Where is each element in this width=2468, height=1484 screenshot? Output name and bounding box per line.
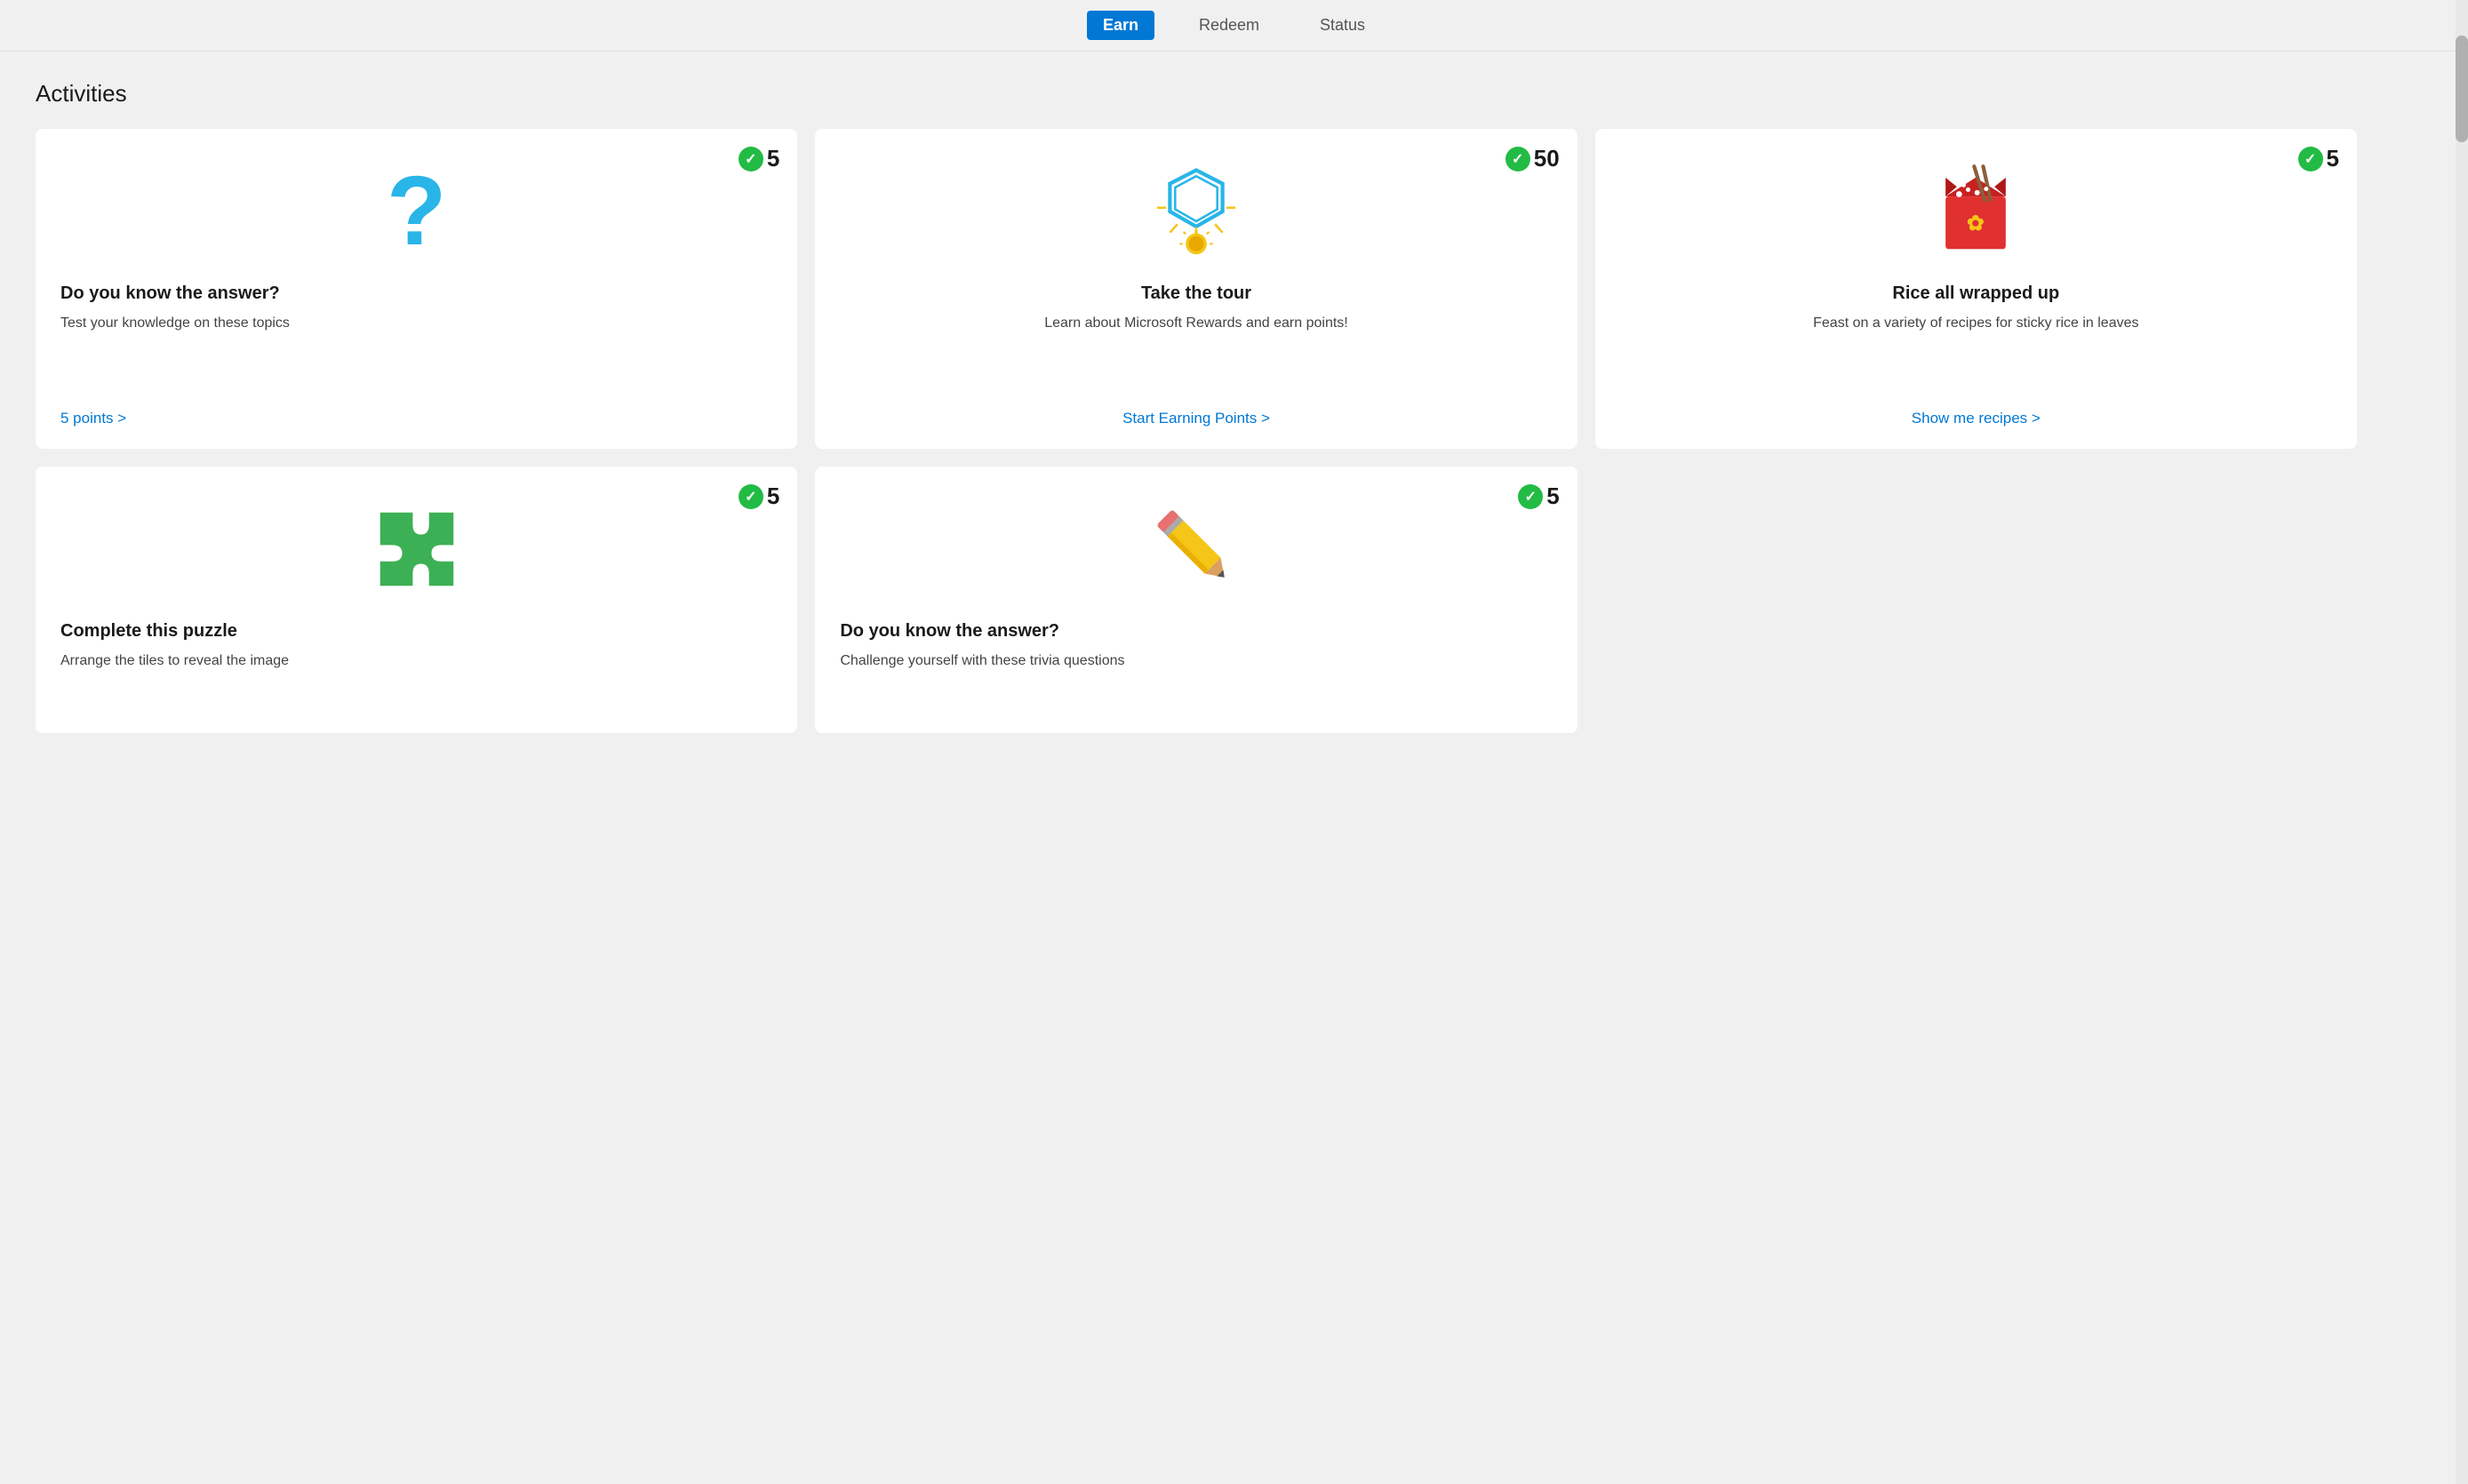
card-rice-desc: Feast on a variety of recipes for sticky… [1620, 313, 2332, 392]
card-tour-desc: Learn about Microsoft Rewards and earn p… [840, 313, 1552, 392]
check-icon-5 [1518, 484, 1543, 509]
scrollbar-track[interactable] [2456, 0, 2468, 1484]
card-rice[interactable]: 5 ✿ [1595, 129, 2357, 449]
check-icon [739, 147, 763, 172]
tab-status[interactable]: Status [1304, 11, 1381, 40]
card-rice-title: Rice all wrapped up [1620, 283, 2332, 304]
card-rice-link[interactable]: Show me recipes > [1620, 392, 2332, 427]
card-rice-icon-area: ✿ [1620, 154, 2332, 269]
card-trivia-title: Do you know the answer? [840, 621, 1552, 642]
card-trivia-icon-area [840, 491, 1552, 607]
card-puzzle-icon-area [60, 491, 772, 607]
card-quiz-icon-area: ? [60, 154, 772, 269]
main-content: Activities 5 ? Do you know the answer? T… [0, 52, 2400, 762]
svg-text:✿: ✿ [1967, 212, 1985, 235]
card-tour-title: Take the tour [840, 283, 1552, 304]
card-rice-badge: 5 [2298, 145, 2339, 172]
card-trivia[interactable]: 5 [815, 467, 1577, 733]
activities-top-row: 5 ? Do you know the answer? Test your kn… [36, 129, 2357, 449]
card-tour-link[interactable]: Start Earning Points > [840, 392, 1552, 427]
card-trivia-desc: Challenge yourself with these trivia que… [840, 650, 1552, 712]
card-quiz-link[interactable]: 5 points > [60, 392, 772, 427]
rice-box-icon: ✿ [1927, 163, 2025, 260]
card-puzzle-desc: Arrange the tiles to reveal the image [60, 650, 772, 712]
activities-bottom-row: 5 Complete this puzzle Arrange the tiles… [36, 467, 2357, 733]
check-icon-4 [739, 484, 763, 509]
card-tour-icon-area [840, 154, 1552, 269]
card-trivia-badge: 5 [1518, 483, 1559, 510]
card-quiz-desc: Test your knowledge on these topics [60, 313, 772, 392]
card-quiz-badge: 5 [739, 145, 779, 172]
empty-slot [1595, 467, 2357, 733]
tab-redeem[interactable]: Redeem [1183, 11, 1275, 40]
check-icon-2 [1506, 147, 1530, 172]
question-mark-icon: ? [387, 163, 446, 260]
puzzle-icon [368, 500, 466, 598]
top-navigation: Earn Redeem Status [0, 0, 2468, 52]
scrollbar-thumb[interactable] [2456, 36, 2468, 142]
activities-title: Activities [36, 80, 2357, 108]
card-puzzle-title: Complete this puzzle [60, 621, 772, 642]
card-quiz-title: Do you know the answer? [60, 283, 772, 304]
card-quiz[interactable]: 5 ? Do you know the answer? Test your kn… [36, 129, 797, 449]
medal-icon [1147, 163, 1245, 260]
check-icon-3 [2298, 147, 2323, 172]
card-tour-badge: 50 [1506, 145, 1560, 172]
card-puzzle-badge: 5 [739, 483, 779, 510]
pencil-icon [1152, 500, 1241, 598]
card-tour[interactable]: 50 [815, 129, 1577, 449]
tab-earn[interactable]: Earn [1087, 11, 1154, 40]
card-puzzle[interactable]: 5 Complete this puzzle Arrange the tiles… [36, 467, 797, 733]
